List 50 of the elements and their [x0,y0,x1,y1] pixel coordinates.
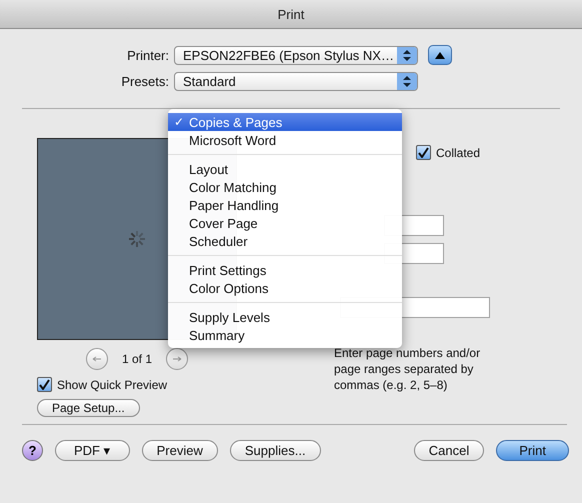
menu-item[interactable]: Print Settings [168,261,402,279]
menu-item-label: Color Matching [189,180,276,194]
stepper-icon [397,73,417,90]
menu-item-label: Supply Levels [189,310,270,324]
triangle-icon [435,52,445,58]
menu-item[interactable]: Color Matching [168,178,402,196]
menu-item-label: Layout [189,162,228,176]
menu-item[interactable]: Cover Page [168,214,402,232]
menu-item[interactable]: ✓ Copies & Pages [168,113,402,131]
menu-item[interactable]: Color Options [168,279,402,297]
menu-item-label: Copies & Pages [189,114,282,130]
menu-item[interactable]: Paper Handling [168,196,402,214]
menu-item-label: Summary [189,328,245,342]
menu-item-label: Paper Handling [189,198,279,212]
menu-item[interactable]: Microsoft Word [168,131,402,149]
disclosure-button[interactable] [428,45,452,65]
checkbox[interactable] [416,145,431,160]
dialog-button[interactable]: Cancel [414,440,484,461]
left-arrow-icon [92,356,102,362]
menu-item-label: Microsoft Word [189,132,276,148]
menu-item[interactable]: Supply Levels [168,308,402,326]
menu-item-label: Scheduler [189,234,248,248]
presets-label: Presets: [120,74,170,89]
check-mark: ✓ [174,115,185,129]
page-counter: 1 of 1 [122,352,152,366]
menu-item-label: Cover Page [189,216,258,230]
menu-item-label: Color Options [189,280,268,296]
menu-item-label: Print Settings [189,262,266,278]
menu-item[interactable]: Scheduler [168,232,402,250]
spinner-icon [129,231,145,247]
page-setup-button[interactable]: Page Setup... [37,399,140,417]
print-button[interactable]: Print [496,440,569,461]
dialog-button[interactable]: Supplies... [230,440,321,461]
menu-item[interactable]: Summary [168,326,402,344]
dialog-button[interactable]: Preview [142,440,218,461]
stepper-icon [397,46,417,64]
menu-item[interactable]: Layout [168,160,402,178]
checkbox-label: Collated [436,146,480,160]
pdf-menu-button[interactable]: PDF ▾ [55,440,130,461]
presets-popup[interactable]: Standard [174,72,418,91]
right-arrow-icon [172,356,182,362]
help-button[interactable]: ? [22,440,43,461]
window-title: Print [278,6,304,22]
printer-popup[interactable]: EPSON22FBE6 (Epson Stylus NX… [174,46,418,64]
next-page-button[interactable] [166,348,188,370]
checkbox[interactable] [37,377,52,392]
checkbox-label: Show Quick Preview [57,378,168,392]
previous-page-button[interactable] [86,348,108,370]
help-text: Enter page numbers and/or page ranges separated by commas (e.g. 2, 5–8) [334,345,482,393]
printer-label: Printer: [126,48,170,62]
